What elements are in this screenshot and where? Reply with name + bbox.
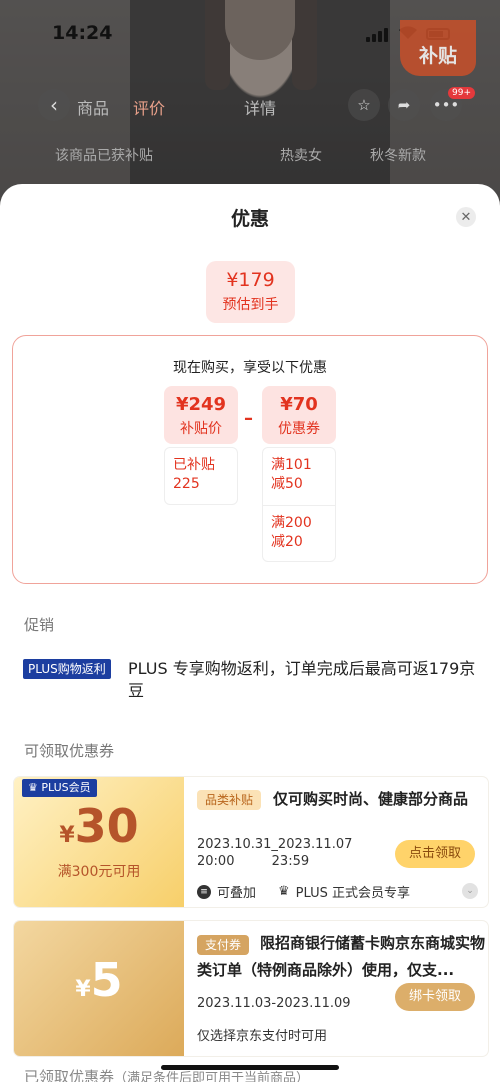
tab-reviews[interactable]: 评价: [133, 95, 165, 119]
coupon-notes: ≡ 可叠加 ♛ PLUS 正式会员专享: [197, 882, 410, 901]
expand-icon[interactable]: ⌄: [462, 883, 478, 899]
bind-card-claim-button[interactable]: 绑卡领取: [395, 983, 475, 1011]
coupon-validity: 2023.11.03-2023.11.09: [197, 996, 351, 1011]
coupon-validity: 2023.10.31_2023.11.07 20:00 23:59: [197, 837, 353, 869]
crown-icon: ♛: [28, 781, 38, 794]
coupon-total-label: 优惠券: [278, 421, 320, 437]
currency-symbol: ¥: [75, 977, 91, 1002]
estimated-price-badge: ¥179 预估到手: [206, 261, 295, 323]
coupon-amount-value: 30: [74, 799, 139, 853]
coupon-total-value: ¥70: [280, 394, 318, 415]
tab-details[interactable]: 详情: [244, 95, 276, 119]
plus-rebate-tag: PLUS购物返利: [23, 659, 111, 679]
received-coupons-title: 已领取优惠券: [24, 1068, 115, 1082]
coupon-value-panel: ¥5: [14, 921, 184, 1056]
coupon-condition: 满300元可用: [57, 864, 141, 880]
minus-sign: –: [244, 408, 253, 429]
product-top-nav: ‹ 商品 评价 详情 ☆ ➦ ••• 99+: [0, 85, 500, 125]
subsidy-corner-tag: 补贴: [400, 20, 476, 76]
category-subsidy-tag: 品类补贴: [197, 790, 262, 810]
stack-icon: ≡: [197, 884, 211, 899]
claim-coupon-button[interactable]: 点击领取: [395, 840, 475, 868]
coupon-description: 限招商银行储蓄卡购京东商城实物类订单（特例商品除外）使用，仅支...: [197, 934, 486, 979]
coupon-rules: 满101 减50 满200 减20: [262, 447, 336, 562]
plus-member-label: PLUS会员: [41, 781, 91, 794]
coupon-card: ¥5 支付券 限招商银行储蓄卡购京东商城实物类订单（特例商品除外）使用，仅支..…: [14, 921, 488, 1056]
star-icon: ☆: [357, 96, 371, 114]
currency-symbol: ¥: [59, 823, 75, 848]
plus-exclusive-note: PLUS 正式会员专享: [295, 886, 411, 901]
search-hint: 秋冬新款: [370, 148, 426, 164]
status-time: 14:24: [52, 22, 113, 44]
share-button[interactable]: ➦: [388, 89, 420, 121]
signal-icon: [366, 28, 388, 42]
estimated-price-label: 预估到手: [222, 297, 279, 313]
coupon-card: ♛ PLUS会员 ¥30 满300元可用 品类补贴 仅可购买时尚、健康部分商品 …: [14, 777, 488, 907]
coupon-details: 支付券 限招商银行储蓄卡购京东商城实物类订单（特例商品除外）使用，仅支... 2…: [184, 921, 488, 1056]
subsidy-price-value: ¥249: [175, 394, 227, 415]
subsidy-price-label: 补贴价: [180, 421, 222, 437]
search-hint: 该商品已获补贴: [55, 148, 153, 164]
subsidy-price-pill: ¥249 补贴价: [164, 386, 238, 444]
payment-note: 仅选择京东支付时可用: [197, 1029, 328, 1044]
coupon-amount-value: 5: [90, 953, 123, 1007]
coupons-section-label: 可领取优惠券: [24, 742, 115, 760]
sheet-title: 优惠: [230, 208, 269, 230]
coupon-amount: ¥5: [14, 953, 184, 1007]
subsidized-amount: 已补贴 225: [164, 447, 238, 505]
back-button[interactable]: ‹: [38, 89, 70, 121]
stackable-note: 可叠加: [217, 886, 257, 901]
discount-sheet: 优惠 ✕ ¥179 预估到手 现在购买，享受以下优惠 ¥249 补贴价 – ¥7…: [0, 184, 500, 1082]
coupon-rule: 满101 减50: [271, 457, 312, 492]
share-icon: ➦: [397, 96, 411, 114]
coupon-rule: 满200 减20: [263, 505, 335, 560]
received-coupons-hint: （满足条件后即可用于当前商品）: [114, 1071, 310, 1082]
estimated-price: ¥179: [226, 269, 275, 291]
coupon-description: 仅可购买时尚、健康部分商品: [273, 790, 469, 808]
message-badge: 99+: [448, 87, 475, 99]
crown-icon: ♛: [278, 884, 290, 899]
home-indicator[interactable]: [161, 1065, 339, 1070]
discount-calculation: 现在购买，享受以下优惠 ¥249 补贴价 – ¥70 优惠券 已补贴 225 满…: [12, 335, 488, 584]
calc-title: 现在购买，享受以下优惠: [173, 360, 327, 376]
close-button[interactable]: ✕: [456, 207, 476, 227]
tab-product[interactable]: 商品: [77, 95, 109, 119]
search-hint: 热卖女: [280, 148, 322, 164]
plus-member-tag: ♛ PLUS会员: [22, 779, 97, 797]
promo-section-label: 促销: [24, 616, 55, 634]
close-icon: ✕: [460, 209, 472, 225]
favorite-button[interactable]: ☆: [348, 89, 380, 121]
coupon-value-panel: ♛ PLUS会员 ¥30 满300元可用: [14, 777, 184, 907]
coupon-amount: ¥30: [14, 799, 184, 853]
coupon-details: 品类补贴 仅可购买时尚、健康部分商品 2023.10.31_2023.11.07…: [184, 777, 488, 907]
coupon-total-pill: ¥70 优惠券: [262, 386, 336, 444]
chevron-left-icon: ‹: [50, 93, 58, 117]
plus-rebate-text: PLUS 专享购物返利，订单完成后最高可返179京豆: [128, 659, 476, 700]
